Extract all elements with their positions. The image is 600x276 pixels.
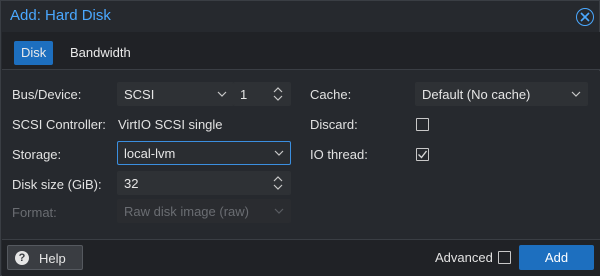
advanced-label: Advanced <box>435 250 493 265</box>
chevron-down-icon <box>274 150 284 156</box>
dialog-titlebar: Add: Hard Disk <box>1 1 599 31</box>
disk-size-value: 32 <box>124 176 139 191</box>
close-icon[interactable] <box>576 8 594 26</box>
spinner-icon <box>273 176 283 190</box>
bus-device-label: Bus/Device: <box>12 87 82 102</box>
io-thread-checkbox[interactable] <box>416 148 429 161</box>
scsi-controller-label: SCSI Controller: <box>12 117 106 132</box>
device-value: 1 <box>240 87 248 102</box>
storage-value: local-lvm <box>124 146 176 161</box>
chevron-down-icon <box>274 208 284 214</box>
cache-label: Cache: <box>310 87 352 102</box>
chevron-down-icon <box>217 91 227 97</box>
cache-value: Default (No cache) <box>422 87 531 102</box>
tab-bandwidth[interactable]: Bandwidth <box>63 41 138 65</box>
dialog-footer: ? Help Advanced Add <box>2 239 600 276</box>
tab-disk[interactable]: Disk <box>14 41 54 65</box>
chevron-down-icon <box>571 91 581 97</box>
bus-select[interactable]: SCSI <box>117 82 234 106</box>
tab-bar: Disk Bandwidth <box>2 32 600 70</box>
help-button-label: Help <box>39 251 66 266</box>
format-select: Raw disk image (raw) <box>117 199 291 223</box>
bus-value: SCSI <box>124 87 155 102</box>
discard-label: Discard: <box>310 117 358 132</box>
disk-form: Bus/Device: SCSI 1 Cache: Default (No ca… <box>2 71 600 239</box>
format-value: Raw disk image (raw) <box>124 204 249 219</box>
spinner-icon <box>273 87 283 101</box>
discard-checkbox[interactable] <box>416 118 429 131</box>
question-icon: ? <box>15 251 29 265</box>
storage-select[interactable]: local-lvm <box>117 141 291 165</box>
cache-select[interactable]: Default (No cache) <box>415 82 588 106</box>
dialog-title: Add: Hard Disk <box>10 7 111 24</box>
add-button[interactable]: Add <box>519 245 594 270</box>
scsi-controller-value: VirtIO SCSI single <box>118 117 223 132</box>
disk-size-stepper[interactable]: 32 <box>117 171 291 195</box>
help-button[interactable]: ? Help <box>7 245 83 270</box>
disk-size-label: Disk size (GiB): <box>12 177 102 192</box>
io-thread-label: IO thread: <box>310 147 368 162</box>
add-hard-disk-dialog: Add: Hard Disk Disk Bandwidth Bus/Device… <box>0 0 600 276</box>
advanced-checkbox[interactable] <box>498 251 511 264</box>
checkmark-icon <box>418 150 428 159</box>
storage-label: Storage: <box>12 147 62 162</box>
device-number-stepper[interactable]: 1 <box>233 82 291 106</box>
format-label: Format: <box>12 205 57 220</box>
